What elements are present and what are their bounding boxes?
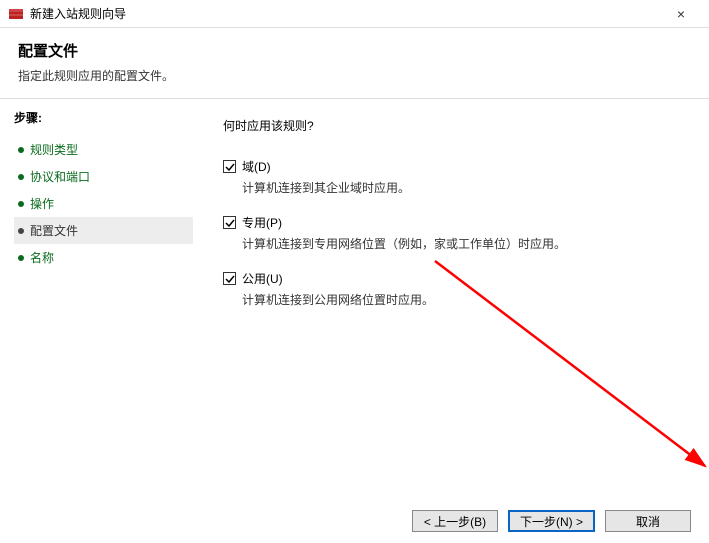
bullet-icon — [18, 147, 24, 153]
step-item[interactable]: 规则类型 — [14, 136, 193, 163]
step-label: 规则类型 — [30, 141, 78, 158]
content-question: 何时应用该规则? — [223, 117, 685, 134]
checkbox-row: 公用(U) 计算机连接到公用网络位置时应用。 — [223, 270, 685, 308]
next-button[interactable]: 下一步(N) > — [508, 510, 595, 532]
step-item[interactable]: 配置文件 — [14, 217, 193, 244]
step-label: 操作 — [30, 195, 54, 212]
checkbox-label: 域(D) — [242, 158, 271, 175]
step-item[interactable]: 名称 — [14, 244, 193, 271]
bullet-icon — [18, 174, 24, 180]
check-icon — [225, 274, 235, 284]
checkbox-description: 计算机连接到其企业域时应用。 — [242, 179, 685, 196]
close-icon: × — [677, 6, 685, 22]
wizard-footer: < 上一步(B) 下一步(N) > 取消 — [0, 499, 709, 543]
window-title: 新建入站规则向导 — [30, 5, 661, 22]
step-label: 协议和端口 — [30, 168, 90, 185]
checkbox[interactable] — [223, 160, 236, 173]
bullet-icon — [18, 201, 24, 207]
close-button[interactable]: × — [661, 0, 701, 27]
page-subtitle: 指定此规则应用的配置文件。 — [18, 67, 691, 84]
checkbox-label: 专用(P) — [242, 214, 282, 231]
steps-heading: 步骤: — [14, 109, 193, 126]
step-item[interactable]: 操作 — [14, 190, 193, 217]
titlebar: 新建入站规则向导 × — [0, 0, 709, 28]
steps-sidebar: 步骤: 规则类型协议和端口操作配置文件名称 — [0, 99, 205, 499]
checkbox[interactable] — [223, 216, 236, 229]
bullet-icon — [18, 255, 24, 261]
cancel-button[interactable]: 取消 — [605, 510, 691, 532]
main-content: 何时应用该规则? 域(D) 计算机连接到其企业域时应用。专用(P) 计算机连接到专用… — [205, 99, 709, 499]
page-title: 配置文件 — [18, 40, 691, 61]
firewall-icon — [8, 6, 24, 22]
step-label: 配置文件 — [30, 222, 78, 239]
bullet-icon — [18, 228, 24, 234]
wizard-header: 配置文件 指定此规则应用的配置文件。 — [0, 28, 709, 98]
checkbox-row: 专用(P) 计算机连接到专用网络位置（例如，家或工作单位）时应用。 — [223, 214, 685, 252]
checkbox-label: 公用(U) — [242, 270, 283, 287]
checkbox-description: 计算机连接到专用网络位置（例如，家或工作单位）时应用。 — [242, 235, 685, 252]
checkbox-row: 域(D) 计算机连接到其企业域时应用。 — [223, 158, 685, 196]
back-button[interactable]: < 上一步(B) — [412, 510, 498, 532]
step-label: 名称 — [30, 249, 54, 266]
step-item[interactable]: 协议和端口 — [14, 163, 193, 190]
checkbox[interactable] — [223, 272, 236, 285]
checkbox-description: 计算机连接到公用网络位置时应用。 — [242, 291, 685, 308]
check-icon — [225, 218, 235, 228]
check-icon — [225, 162, 235, 172]
